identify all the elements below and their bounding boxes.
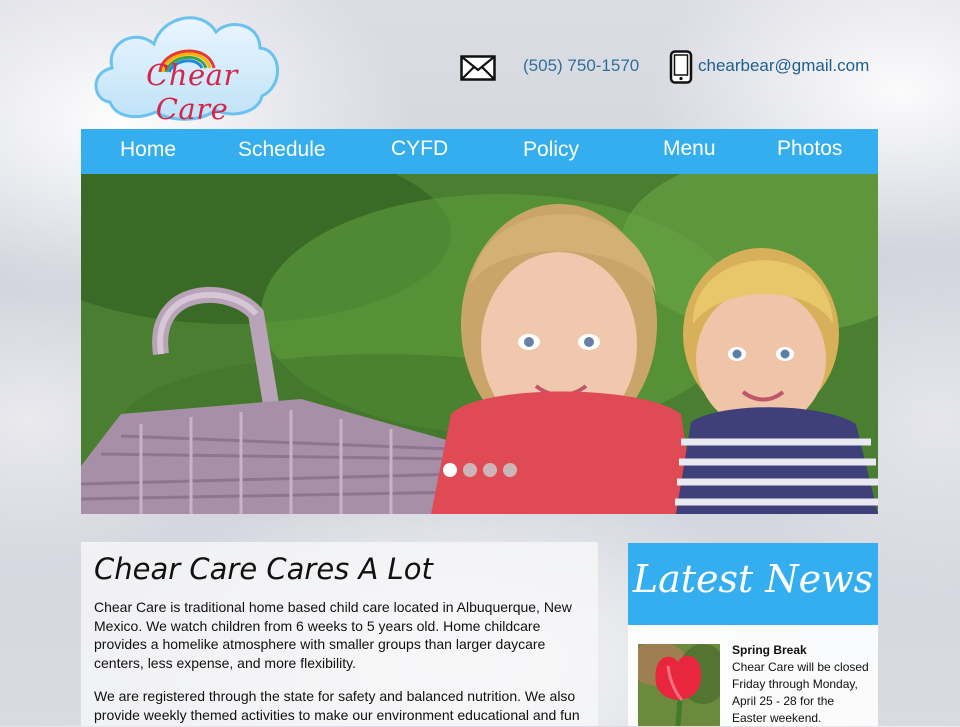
phone-number[interactable]: (505) 750-1570 bbox=[523, 56, 639, 76]
logo-text: Chear Care bbox=[146, 58, 238, 126]
nav-item-cyfd[interactable]: CYFD bbox=[391, 137, 448, 161]
nav-item-home[interactable]: Home bbox=[120, 138, 176, 162]
nav-item-photos[interactable]: Photos bbox=[777, 137, 842, 161]
site-logo[interactable]: Chear Care bbox=[90, 6, 282, 126]
email-link[interactable]: chearbear@gmail.com bbox=[698, 56, 869, 76]
news-header: Latest News bbox=[628, 543, 878, 625]
hero-photo bbox=[81, 174, 878, 514]
nav-item-menu[interactable]: Menu bbox=[663, 137, 716, 161]
slider-dot-3[interactable] bbox=[483, 463, 497, 477]
slider-dot-4[interactable] bbox=[503, 463, 517, 477]
mobile-phone-icon bbox=[669, 50, 693, 84]
nav-item-policy[interactable]: Policy bbox=[523, 138, 579, 162]
main-nav: Home Schedule CYFD Policy Menu Photos bbox=[81, 129, 878, 174]
tulip-image bbox=[638, 644, 720, 726]
news-title: Latest News bbox=[632, 557, 874, 601]
news-item-headline[interactable]: Spring Break bbox=[732, 643, 807, 657]
page-title: Chear Care Cares A Lot bbox=[94, 552, 433, 586]
news-list: Spring Break Chear Care will be closed F… bbox=[628, 625, 878, 726]
slider-dot-1[interactable] bbox=[443, 463, 457, 477]
about-section: Chear Care Cares A Lot Chear Care is tra… bbox=[81, 542, 598, 726]
nav-item-schedule[interactable]: Schedule bbox=[238, 138, 326, 162]
hero-slider[interactable] bbox=[81, 174, 878, 514]
news-item-text: Chear Care will be closed Friday through… bbox=[732, 660, 869, 725]
registration-paragraph: We are registered through the state for … bbox=[94, 688, 580, 723]
news-item-image[interactable] bbox=[638, 644, 720, 726]
intro-paragraph: Chear Care is traditional home based chi… bbox=[94, 599, 572, 671]
envelope-icon[interactable] bbox=[460, 55, 496, 81]
slider-dot-2[interactable] bbox=[463, 463, 477, 477]
